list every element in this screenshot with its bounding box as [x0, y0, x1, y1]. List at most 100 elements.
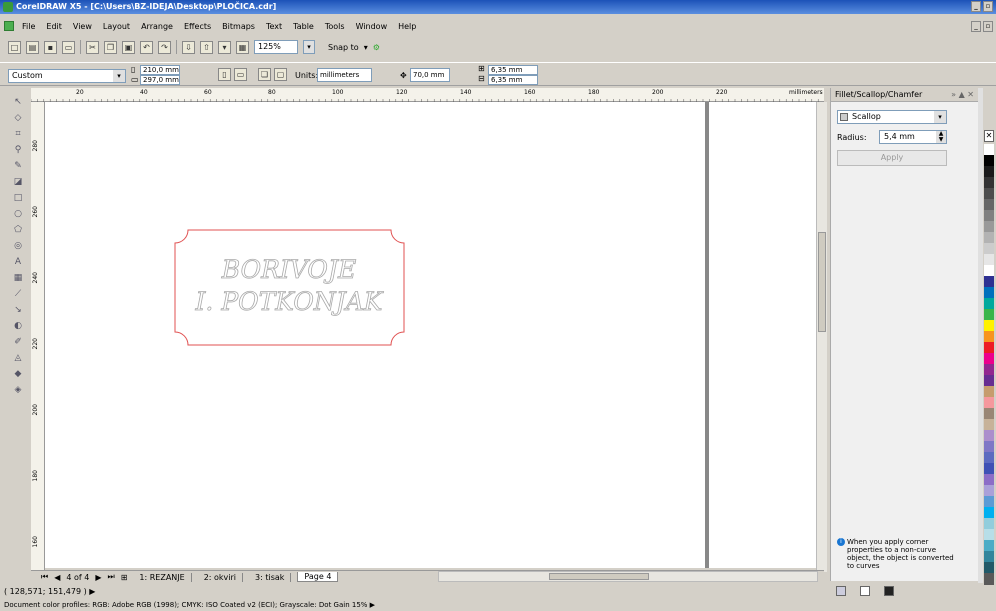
save-icon[interactable]: ▪: [44, 40, 57, 54]
next-page-icon[interactable]: ▶: [95, 573, 101, 582]
h-ruler-tick-label: 140: [460, 89, 472, 96]
horizontal-ruler[interactable]: 20 40 60 80 100 120 140 160 180 200 220 millimeter…: [31, 88, 824, 102]
units-select[interactable]: millimeters: [317, 68, 372, 82]
restore-button[interactable]: ▫: [983, 1, 993, 12]
menu-tools[interactable]: Tools: [325, 22, 345, 31]
add-page-icon[interactable]: ⊞: [121, 573, 128, 582]
dimension-tool-icon[interactable]: ⟋: [11, 287, 25, 301]
menu-edit[interactable]: Edit: [46, 22, 62, 31]
page-tab-rezanje[interactable]: 1: REZANJE: [133, 572, 192, 582]
ellipse-tool-icon[interactable]: ○: [11, 207, 25, 221]
horizontal-scrollbar[interactable]: [438, 571, 818, 582]
fill-indicator-icon[interactable]: [860, 586, 870, 596]
outline-pen-tool-icon[interactable]: ◬: [11, 351, 25, 365]
property-bar: Custom ▾ ▯ 210,0 mm ▭ 297,0 mm ▯ ▭ ❏ ▢ U…: [0, 62, 996, 86]
zoom-dropdown-arrow-icon[interactable]: ▾: [303, 40, 315, 54]
vertical-ruler[interactable]: 280 260 240 220 200 180 160: [31, 102, 45, 570]
apply-button[interactable]: Apply: [837, 150, 947, 166]
pick-tool-icon[interactable]: ↖: [11, 95, 25, 109]
application-launcher-icon[interactable]: ▾: [218, 40, 231, 54]
text-tool-icon[interactable]: A: [11, 255, 25, 269]
interactive-fill-tool-icon[interactable]: ◈: [11, 383, 25, 397]
palette-swatch[interactable]: [984, 573, 994, 585]
table-tool-icon[interactable]: ▦: [11, 271, 25, 285]
redo-icon[interactable]: ↷: [158, 40, 171, 54]
profiles-arrow-icon[interactable]: ▶: [370, 601, 375, 609]
nudge-distance-field[interactable]: 70,0 mm: [410, 68, 450, 82]
snap-to-button[interactable]: Snap to: [328, 43, 359, 52]
options-icon[interactable]: ⚙: [373, 43, 380, 52]
doc-minimize-button[interactable]: _: [971, 21, 981, 32]
polygon-tool-icon[interactable]: ⬠: [11, 223, 25, 237]
freehand-tool-icon[interactable]: ✎: [11, 159, 25, 173]
radius-spinner-icon[interactable]: ▲ ▼: [936, 131, 946, 143]
print-icon[interactable]: ▭: [62, 40, 75, 54]
page-preset-select[interactable]: Custom ▾: [8, 69, 126, 83]
last-page-icon[interactable]: ⏭: [108, 572, 115, 582]
first-page-icon[interactable]: ⏮: [41, 572, 48, 582]
docker-controls-icon[interactable]: » ▲ ✕: [951, 88, 974, 102]
page-height-field[interactable]: 297,0 mm: [140, 75, 180, 85]
basic-shapes-tool-icon[interactable]: ◎: [11, 239, 25, 253]
menu-effects[interactable]: Effects: [184, 22, 211, 31]
shape-tool-icon[interactable]: ◇: [11, 111, 25, 125]
color-eyedropper-tool-icon[interactable]: ✐: [11, 335, 25, 349]
doc-restore-button[interactable]: ▫: [983, 21, 993, 32]
welcome-screen-icon[interactable]: ▦: [236, 40, 249, 54]
color-profiles-status[interactable]: Document color profiles: RGB: Adobe RGB …: [4, 601, 375, 609]
color-palette[interactable]: ✕: [983, 88, 996, 585]
nameplate-artwork[interactable]: BORIVOJE I. POTKONJAK: [45, 102, 816, 568]
vertical-scrollbar[interactable]: [816, 102, 827, 572]
zoom-level-input[interactable]: 125%: [254, 40, 298, 54]
all-pages-icon[interactable]: ❏: [258, 68, 271, 81]
menu-view[interactable]: View: [73, 22, 92, 31]
minimize-button[interactable]: _: [971, 1, 981, 12]
menu-window[interactable]: Window: [356, 22, 388, 31]
menu-arrange[interactable]: Arrange: [141, 22, 173, 31]
horizontal-scroll-thumb[interactable]: [549, 573, 649, 580]
open-icon[interactable]: ▤: [26, 40, 39, 54]
page-tab-page-4[interactable]: Page 4: [297, 572, 339, 582]
drawing-canvas[interactable]: BORIVOJE I. POTKONJAK: [45, 102, 816, 568]
landscape-icon[interactable]: ▭: [234, 68, 247, 81]
smart-fill-tool-icon[interactable]: ◪: [11, 175, 25, 189]
rectangle-tool-icon[interactable]: □: [11, 191, 25, 205]
zoom-tool-icon[interactable]: ⚲: [11, 143, 25, 157]
status-expand-arrow-icon[interactable]: ▶: [89, 587, 95, 596]
object-properties-icon[interactable]: [836, 586, 846, 596]
page-tab-okviri[interactable]: 2: okviri: [198, 572, 244, 582]
menu-table[interactable]: Table: [293, 22, 314, 31]
copy-icon[interactable]: ❐: [104, 40, 117, 54]
portrait-icon[interactable]: ▯: [218, 68, 231, 81]
radius-field[interactable]: 5,4 mm ▲ ▼: [879, 130, 947, 144]
undo-icon[interactable]: ↶: [140, 40, 153, 54]
fill-tool-icon[interactable]: ◆: [11, 367, 25, 381]
connector-tool-icon[interactable]: ↘: [11, 303, 25, 317]
duplicate-distance-x-field[interactable]: 6,35 mm: [488, 65, 538, 75]
document-icon[interactable]: [4, 21, 14, 31]
units-label: Units:: [295, 71, 319, 80]
no-color-swatch-icon[interactable]: ✕: [984, 130, 994, 142]
menu-file[interactable]: File: [22, 22, 35, 31]
separator: [80, 40, 81, 54]
menu-bitmaps[interactable]: Bitmaps: [222, 22, 255, 31]
corner-mode-select[interactable]: Scallop ▾: [837, 110, 947, 124]
outline-indicator-icon[interactable]: [884, 586, 894, 596]
duplicate-distance-y-field[interactable]: 6,35 mm: [488, 75, 538, 85]
menu-text[interactable]: Text: [266, 22, 282, 31]
page-width-field[interactable]: 210,0 mm: [140, 65, 180, 75]
crop-tool-icon[interactable]: ⌗: [11, 127, 25, 141]
export-icon[interactable]: ⇧: [200, 40, 213, 54]
new-document-icon[interactable]: □: [8, 40, 21, 54]
vertical-scroll-thumb[interactable]: [818, 232, 826, 332]
previous-page-icon[interactable]: ◀: [54, 573, 60, 582]
snap-dropdown-arrow-icon[interactable]: ▾: [364, 43, 368, 52]
current-page-icon[interactable]: ▢: [274, 68, 287, 81]
cut-icon[interactable]: ✂: [86, 40, 99, 54]
import-icon[interactable]: ⇩: [182, 40, 195, 54]
blend-tool-icon[interactable]: ◐: [11, 319, 25, 333]
page-tab-tisak[interactable]: 3: tisak: [249, 572, 292, 582]
paste-icon[interactable]: ▣: [122, 40, 135, 54]
menu-help[interactable]: Help: [398, 22, 416, 31]
menu-layout[interactable]: Layout: [103, 22, 130, 31]
